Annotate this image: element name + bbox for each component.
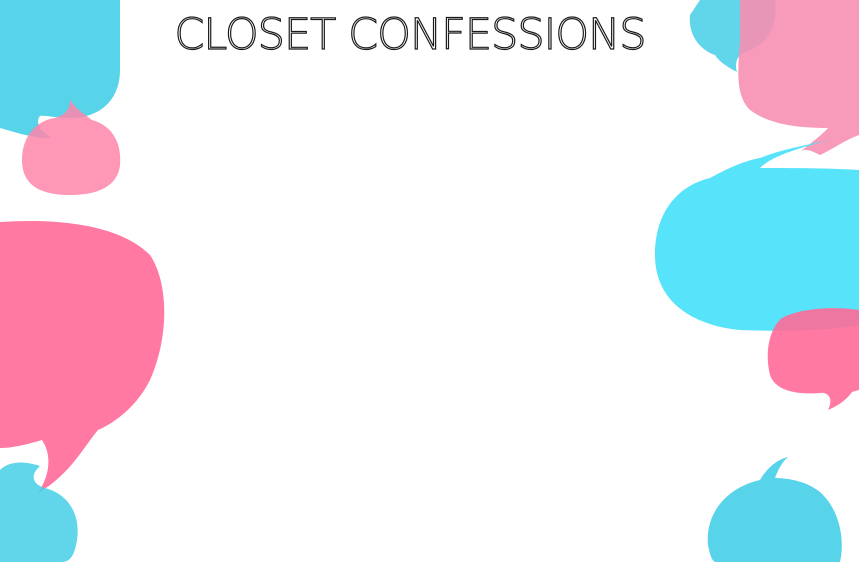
speech-bubble-icon — [0, 462, 78, 562]
speech-bubble-icon — [655, 140, 859, 331]
speech-bubble-icon — [767, 308, 859, 410]
right-bubbles — [655, 0, 859, 562]
page-title: CLOSET CONFESSIONS — [174, 9, 647, 60]
speech-bubble-background — [0, 0, 859, 562]
left-bubbles — [0, 0, 165, 562]
speech-bubble-icon — [707, 457, 842, 562]
speech-bubble-icon — [0, 220, 165, 493]
